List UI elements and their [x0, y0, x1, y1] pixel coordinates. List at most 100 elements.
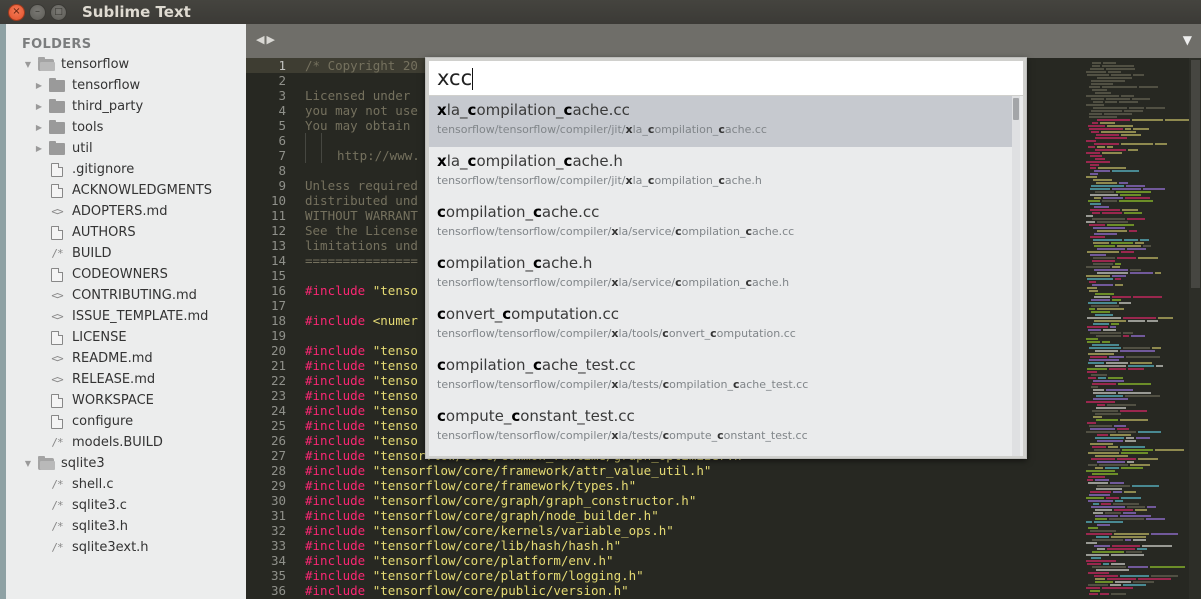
- minimap-line: [1087, 287, 1097, 289]
- match-highlight: c: [532, 356, 542, 374]
- minimap-line: [1102, 65, 1134, 67]
- tab-back-icon[interactable]: ◀: [256, 33, 264, 46]
- disclosure-collapsed-icon[interactable]: ▶: [34, 144, 44, 153]
- minimap-line: [1088, 464, 1097, 466]
- line-number: 2: [278, 73, 286, 88]
- disclosure-collapsed-icon[interactable]: ▶: [34, 123, 44, 132]
- sidebar-file[interactable]: AUTHORS: [6, 222, 246, 243]
- sidebar-file[interactable]: configure: [6, 411, 246, 432]
- disclosure-expanded-icon[interactable]: ▼: [23, 60, 33, 69]
- sidebar-folder[interactable]: ▼ sqlite3: [6, 453, 246, 474]
- string-token: "tensorflow/core/framework/types.h": [372, 478, 637, 493]
- sidebar-file[interactable]: <> ISSUE_TEMPLATE.md: [6, 306, 246, 327]
- minimap-line: [1093, 380, 1124, 382]
- code-line[interactable]: #include "tensorflow/core/platform/loggi…: [305, 568, 1075, 583]
- source-file-icon: /*: [49, 247, 65, 260]
- disclosure-expanded-icon[interactable]: ▼: [23, 459, 33, 468]
- minimap-line: [1095, 518, 1107, 520]
- goto-result-item[interactable]: xla_compilation_cache.cc tensorflow/tenso…: [429, 96, 1012, 147]
- minimap-line: [1097, 248, 1125, 250]
- window-close-button[interactable]: ×: [8, 3, 25, 21]
- disclosure-collapsed-icon[interactable]: ▶: [34, 102, 44, 111]
- comment-token: WITHOUT WARRANT: [305, 208, 418, 223]
- minimap-line: [1089, 113, 1102, 115]
- folder-shape: [49, 98, 65, 113]
- code-line[interactable]: #include "tensorflow/core/lib/hash/hash.…: [305, 538, 1075, 553]
- line-number: 31: [270, 508, 286, 523]
- minimap-line: [1115, 263, 1121, 265]
- minimap-line: [1147, 506, 1156, 508]
- tab-forward-icon[interactable]: ▶: [266, 33, 274, 46]
- sidebar-file[interactable]: /* BUILD: [6, 243, 246, 264]
- sidebar-file[interactable]: /* sqlite3.h: [6, 516, 246, 537]
- minimap-line: [1119, 101, 1138, 103]
- results-scrollbar[interactable]: [1012, 96, 1020, 456]
- minimap-line: [1086, 152, 1100, 154]
- match-highlight: c: [532, 203, 542, 221]
- minimap-line: [1120, 575, 1149, 577]
- editor-scrollbar-thumb[interactable]: [1191, 60, 1200, 288]
- minimap-line: [1092, 383, 1116, 385]
- keyword-token: #include: [305, 478, 366, 493]
- sidebar-file[interactable]: .gitignore: [6, 159, 246, 180]
- sidebar-folder[interactable]: ▼ tensorflow: [6, 54, 246, 75]
- disclosure-collapsed-icon[interactable]: ▶: [34, 81, 44, 90]
- line-number: 18: [270, 313, 286, 328]
- window-minimize-button[interactable]: –: [29, 3, 46, 21]
- sidebar-file[interactable]: <> RELEASE.md: [6, 369, 246, 390]
- sidebar-file[interactable]: <> ADOPTERS.md: [6, 201, 246, 222]
- sidebar-file[interactable]: WORKSPACE: [6, 390, 246, 411]
- minimap-line: [1091, 83, 1113, 85]
- code-line[interactable]: #include "tensorflow/core/framework/type…: [305, 478, 1075, 493]
- minimap-line: [1107, 125, 1133, 127]
- goto-result-item[interactable]: compilation_cache_test.cc tensorflow/tens…: [429, 351, 1012, 402]
- minimap-line: [1114, 509, 1133, 511]
- window-maximize-button[interactable]: □: [50, 3, 67, 21]
- sidebar-folder[interactable]: ▶ third_party: [6, 96, 246, 117]
- goto-result-item[interactable]: compilation_cache.cc tensorflow/tensorflo…: [429, 198, 1012, 249]
- comment-glyph: /*: [51, 436, 63, 449]
- sidebar-folder[interactable]: ▶ tools: [6, 117, 246, 138]
- minimap[interactable]: [1080, 58, 1193, 599]
- sidebar-folder[interactable]: ▶ tensorflow: [6, 75, 246, 96]
- minimap-line: [1096, 335, 1121, 337]
- sidebar-item-label: ADOPTERS.md: [72, 204, 168, 219]
- string-token: "tensorflow/core/graph/node_builder.h": [372, 508, 659, 523]
- sidebar-file[interactable]: /* shell.c: [6, 474, 246, 495]
- sidebar-file[interactable]: LICENSE: [6, 327, 246, 348]
- sidebar-file[interactable]: ACKNOWLEDGMENTS: [6, 180, 246, 201]
- code-line[interactable]: #include "tensorflow/core/kernels/variab…: [305, 523, 1075, 538]
- results-scrollbar-thumb[interactable]: [1013, 98, 1019, 120]
- sidebar-file[interactable]: /* models.BUILD: [6, 432, 246, 453]
- code-line[interactable]: #include "tensorflow/core/framework/attr…: [305, 463, 1075, 478]
- minimap-line: [1121, 95, 1134, 97]
- sidebar-file[interactable]: /* sqlite3ext.h: [6, 537, 246, 558]
- editor-scrollbar[interactable]: [1189, 58, 1201, 599]
- minimap-line: [1112, 188, 1141, 190]
- source-file-icon: /*: [49, 520, 65, 533]
- minimap-line: [1128, 149, 1138, 151]
- tab-menu-icon[interactable]: ▼: [1183, 33, 1192, 47]
- minimap-line: [1111, 323, 1119, 325]
- minimap-line: [1120, 446, 1145, 448]
- goto-result-item[interactable]: compute_constant_test.cc tensorflow/tenso…: [429, 402, 1012, 453]
- sidebar-file[interactable]: <> CONTRIBUTING.md: [6, 285, 246, 306]
- sidebar-file[interactable]: <> README.md: [6, 348, 246, 369]
- sidebar-folder[interactable]: ▶ util: [6, 138, 246, 159]
- minimap-line: [1093, 512, 1103, 514]
- document-shape: [51, 162, 63, 177]
- goto-result-item[interactable]: xla_compilation_cache.h tensorflow/tensor…: [429, 147, 1012, 198]
- sidebar-file[interactable]: /* sqlite3.c: [6, 495, 246, 516]
- goto-anything-input[interactable]: xcc: [429, 61, 1023, 95]
- markup-file-icon: <>: [49, 289, 65, 302]
- sidebar-file[interactable]: CODEOWNERS: [6, 264, 246, 285]
- goto-result-item[interactable]: convert_computation.cc tensorflow/tensorf…: [429, 300, 1012, 351]
- code-line[interactable]: /* Copyright 20: [296, 58, 426, 73]
- sidebar-item-label: RELEASE.md: [72, 372, 156, 387]
- minimap-line: [1088, 377, 1096, 379]
- code-line[interactable]: #include "tensorflow/core/public/version…: [305, 583, 1075, 598]
- code-line[interactable]: #include "tensorflow/core/platform/env.h…: [305, 553, 1075, 568]
- code-line[interactable]: #include "tensorflow/core/graph/node_bui…: [305, 508, 1075, 523]
- code-line[interactable]: #include "tensorflow/core/graph/graph_co…: [305, 493, 1075, 508]
- goto-result-item[interactable]: compilation_cache.h tensorflow/tensorflow…: [429, 249, 1012, 300]
